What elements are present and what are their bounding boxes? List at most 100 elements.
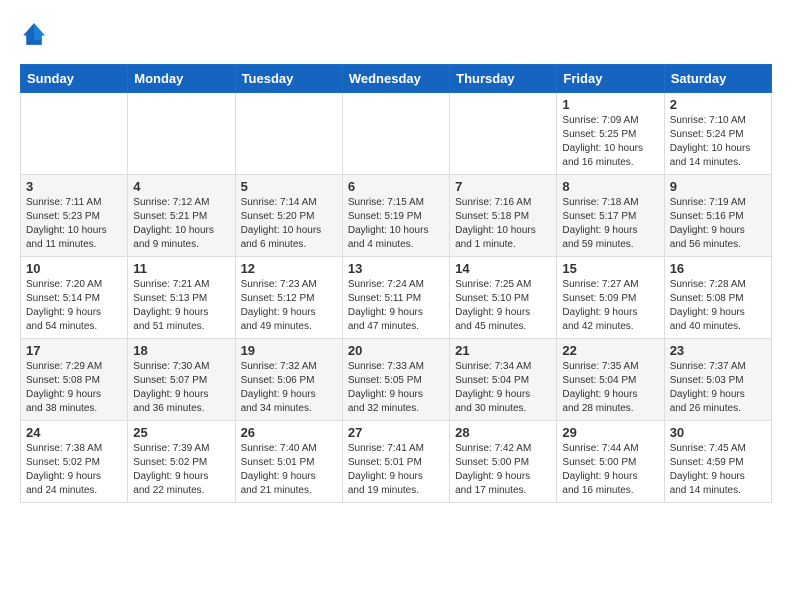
day-info: Sunrise: 7:45 AM Sunset: 4:59 PM Dayligh… — [670, 442, 766, 498]
day-number: 25 — [133, 425, 229, 440]
calendar-cell: 14 Sunrise: 7:25 AM Sunset: 5:10 PM Dayli… — [450, 257, 557, 339]
day-info: Sunrise: 7:35 AM Sunset: 5:04 PM Dayligh… — [562, 360, 658, 416]
day-number: 8 — [562, 179, 658, 194]
calendar-cell: 19Sunrise: 7:32 AM Sunset: 5:06 PM Dayli… — [235, 339, 342, 421]
calendar-row: 1 Sunrise: 7:09 AM Sunset: 5:25 PM Daylig… — [21, 93, 772, 175]
calendar-cell: 27Sunrise: 7:41 AM Sunset: 5:01 PM Dayli… — [342, 421, 449, 503]
calendar-cell: 2 Sunrise: 7:10 AM Sunset: 5:24 PM Daylig… — [664, 93, 771, 175]
calendar-table: SundayMondayTuesdayWednesdayThursdayFrid… — [20, 64, 772, 503]
calendar-cell: 21 Sunrise: 7:34 AM Sunset: 5:04 PM Dayli… — [450, 339, 557, 421]
day-number: 17 — [26, 343, 122, 358]
day-number: 9 — [670, 179, 766, 194]
day-number: 29 — [562, 425, 658, 440]
calendar-cell: 7Sunrise: 7:16 AM Sunset: 5:18 PM Daylig… — [450, 175, 557, 257]
calendar-cell: 13 Sunrise: 7:24 AM Sunset: 5:11 PM Dayli… — [342, 257, 449, 339]
calendar-cell: 29 Sunrise: 7:44 AM Sunset: 5:00 PM Dayli… — [557, 421, 664, 503]
weekday-header: Tuesday — [235, 65, 342, 93]
calendar-cell — [235, 93, 342, 175]
weekday-header: Wednesday — [342, 65, 449, 93]
day-info: Sunrise: 7:30 AM Sunset: 5:07 PM Dayligh… — [133, 360, 229, 416]
day-info: Sunrise: 7:11 AM Sunset: 5:23 PM Dayligh… — [26, 196, 122, 252]
day-info: Sunrise: 7:42 AM Sunset: 5:00 PM Dayligh… — [455, 442, 551, 498]
weekday-header: Monday — [128, 65, 235, 93]
calendar-cell — [128, 93, 235, 175]
weekday-header: Saturday — [664, 65, 771, 93]
day-number: 24 — [26, 425, 122, 440]
day-info: Sunrise: 7:10 AM Sunset: 5:24 PM Dayligh… — [670, 114, 766, 170]
calendar-cell: 26 Sunrise: 7:40 AM Sunset: 5:01 PM Dayli… — [235, 421, 342, 503]
day-info: Sunrise: 7:44 AM Sunset: 5:00 PM Dayligh… — [562, 442, 658, 498]
calendar-cell: 10Sunrise: 7:20 AM Sunset: 5:14 PM Dayli… — [21, 257, 128, 339]
day-info: Sunrise: 7:15 AM Sunset: 5:19 PM Dayligh… — [348, 196, 444, 252]
day-number: 3 — [26, 179, 122, 194]
day-info: Sunrise: 7:23 AM Sunset: 5:12 PM Dayligh… — [241, 278, 337, 334]
calendar-cell: 12 Sunrise: 7:23 AM Sunset: 5:12 PM Dayli… — [235, 257, 342, 339]
calendar-header-row: SundayMondayTuesdayWednesdayThursdayFrid… — [21, 65, 772, 93]
day-info: Sunrise: 7:25 AM Sunset: 5:10 PM Dayligh… — [455, 278, 551, 334]
calendar-cell — [342, 93, 449, 175]
day-number: 13 — [348, 261, 444, 276]
calendar-cell: 15 Sunrise: 7:27 AM Sunset: 5:09 PM Dayli… — [557, 257, 664, 339]
day-number: 14 — [455, 261, 551, 276]
day-info: Sunrise: 7:32 AM Sunset: 5:06 PM Dayligh… — [241, 360, 337, 416]
day-number: 20 — [348, 343, 444, 358]
calendar-cell: 20 Sunrise: 7:33 AM Sunset: 5:05 PM Dayli… — [342, 339, 449, 421]
day-number: 22 — [562, 343, 658, 358]
logo — [20, 20, 52, 48]
calendar-cell: 30 Sunrise: 7:45 AM Sunset: 4:59 PM Dayli… — [664, 421, 771, 503]
day-info: Sunrise: 7:18 AM Sunset: 5:17 PM Dayligh… — [562, 196, 658, 252]
calendar-cell: 1 Sunrise: 7:09 AM Sunset: 5:25 PM Daylig… — [557, 93, 664, 175]
day-info: Sunrise: 7:33 AM Sunset: 5:05 PM Dayligh… — [348, 360, 444, 416]
calendar-cell — [450, 93, 557, 175]
calendar-cell: 8 Sunrise: 7:18 AM Sunset: 5:17 PM Daylig… — [557, 175, 664, 257]
day-number: 26 — [241, 425, 337, 440]
calendar-cell: 3 Sunrise: 7:11 AM Sunset: 5:23 PM Daylig… — [21, 175, 128, 257]
weekday-header: Sunday — [21, 65, 128, 93]
calendar-cell: 28 Sunrise: 7:42 AM Sunset: 5:00 PM Dayli… — [450, 421, 557, 503]
calendar-row: 3 Sunrise: 7:11 AM Sunset: 5:23 PM Daylig… — [21, 175, 772, 257]
day-number: 4 — [133, 179, 229, 194]
calendar-cell: 24 Sunrise: 7:38 AM Sunset: 5:02 PM Dayli… — [21, 421, 128, 503]
weekday-header: Thursday — [450, 65, 557, 93]
day-number: 1 — [562, 97, 658, 112]
day-info: Sunrise: 7:39 AM Sunset: 5:02 PM Dayligh… — [133, 442, 229, 498]
day-info: Sunrise: 7:21 AM Sunset: 5:13 PM Dayligh… — [133, 278, 229, 334]
calendar-row: 24 Sunrise: 7:38 AM Sunset: 5:02 PM Dayli… — [21, 421, 772, 503]
day-info: Sunrise: 7:16 AM Sunset: 5:18 PM Dayligh… — [455, 196, 551, 252]
day-number: 10 — [26, 261, 122, 276]
day-number: 23 — [670, 343, 766, 358]
day-info: Sunrise: 7:24 AM Sunset: 5:11 PM Dayligh… — [348, 278, 444, 334]
calendar-cell: 11Sunrise: 7:21 AM Sunset: 5:13 PM Dayli… — [128, 257, 235, 339]
day-number: 15 — [562, 261, 658, 276]
day-number: 28 — [455, 425, 551, 440]
logo-icon — [20, 20, 48, 48]
day-number: 12 — [241, 261, 337, 276]
day-number: 21 — [455, 343, 551, 358]
day-number: 30 — [670, 425, 766, 440]
day-info: Sunrise: 7:19 AM Sunset: 5:16 PM Dayligh… — [670, 196, 766, 252]
day-info: Sunrise: 7:12 AM Sunset: 5:21 PM Dayligh… — [133, 196, 229, 252]
calendar-cell — [21, 93, 128, 175]
day-info: Sunrise: 7:34 AM Sunset: 5:04 PM Dayligh… — [455, 360, 551, 416]
day-info: Sunrise: 7:09 AM Sunset: 5:25 PM Dayligh… — [562, 114, 658, 170]
calendar-cell: 4 Sunrise: 7:12 AM Sunset: 5:21 PM Daylig… — [128, 175, 235, 257]
calendar-cell: 25 Sunrise: 7:39 AM Sunset: 5:02 PM Dayli… — [128, 421, 235, 503]
day-info: Sunrise: 7:38 AM Sunset: 5:02 PM Dayligh… — [26, 442, 122, 498]
day-info: Sunrise: 7:37 AM Sunset: 5:03 PM Dayligh… — [670, 360, 766, 416]
day-info: Sunrise: 7:29 AM Sunset: 5:08 PM Dayligh… — [26, 360, 122, 416]
day-number: 27 — [348, 425, 444, 440]
day-info: Sunrise: 7:27 AM Sunset: 5:09 PM Dayligh… — [562, 278, 658, 334]
calendar-cell: 6Sunrise: 7:15 AM Sunset: 5:19 PM Daylig… — [342, 175, 449, 257]
day-number: 18 — [133, 343, 229, 358]
calendar-cell: 9 Sunrise: 7:19 AM Sunset: 5:16 PM Daylig… — [664, 175, 771, 257]
day-number: 2 — [670, 97, 766, 112]
day-info: Sunrise: 7:28 AM Sunset: 5:08 PM Dayligh… — [670, 278, 766, 334]
calendar-cell: 22 Sunrise: 7:35 AM Sunset: 5:04 PM Dayli… — [557, 339, 664, 421]
day-info: Sunrise: 7:40 AM Sunset: 5:01 PM Dayligh… — [241, 442, 337, 498]
day-info: Sunrise: 7:14 AM Sunset: 5:20 PM Dayligh… — [241, 196, 337, 252]
day-number: 16 — [670, 261, 766, 276]
calendar-row: 10Sunrise: 7:20 AM Sunset: 5:14 PM Dayli… — [21, 257, 772, 339]
day-number: 5 — [241, 179, 337, 194]
calendar-cell: 17 Sunrise: 7:29 AM Sunset: 5:08 PM Dayli… — [21, 339, 128, 421]
calendar-cell: 5 Sunrise: 7:14 AM Sunset: 5:20 PM Daylig… — [235, 175, 342, 257]
